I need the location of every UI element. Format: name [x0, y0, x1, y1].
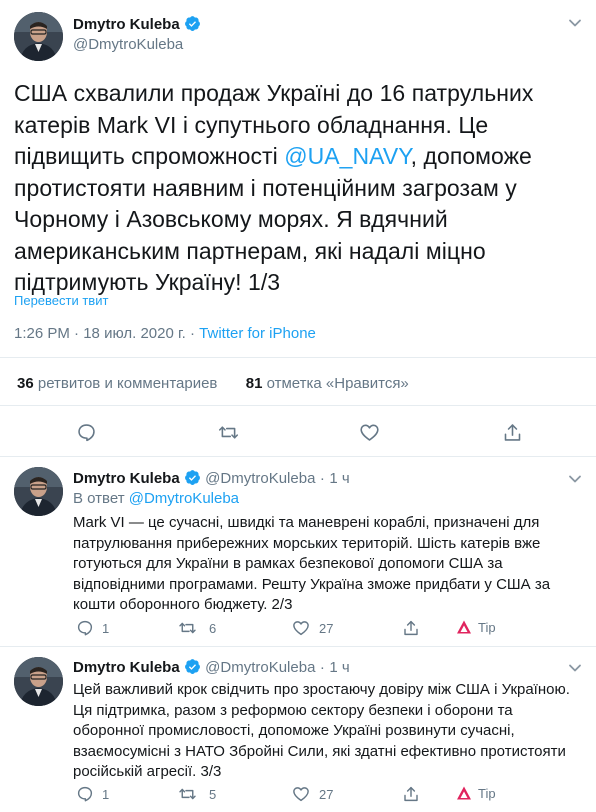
- reply-to: В ответ @DmytroKuleba: [73, 490, 239, 507]
- avatar[interactable]: [14, 12, 63, 61]
- header-separator: ·: [319, 470, 325, 487]
- retweet-button[interactable]: 6: [178, 619, 216, 637]
- reply-button[interactable]: 1: [76, 619, 109, 637]
- chevron-down-icon[interactable]: [568, 472, 582, 491]
- author-handle[interactable]: @DmytroKuleba: [205, 659, 315, 676]
- tip-button[interactable]: Tip: [456, 785, 496, 801]
- verified-badge-icon: [184, 16, 200, 31]
- retweets-count: 36: [17, 375, 34, 392]
- reply-header: Dmytro Kuleba @DmytroKuleba · 1 ч: [73, 469, 350, 488]
- header-separator: ·: [319, 659, 325, 676]
- retweet-count: 6: [209, 620, 217, 636]
- tweet-stats: 36 ретвитов и комментариев 81 отметка «Н…: [17, 375, 409, 392]
- author-row: Dmytro Kuleba: [73, 15, 201, 34]
- reply-icon: [77, 620, 93, 636]
- share-icon[interactable]: [402, 785, 420, 808]
- retweet-count: 5: [209, 786, 217, 802]
- divider: [0, 456, 596, 457]
- avatar[interactable]: [14, 467, 63, 516]
- share-icon[interactable]: [502, 422, 523, 448]
- reply-to-label: В ответ: [73, 490, 125, 507]
- tweet-meta: 1:26 PM · 18 июл. 2020 г. · Twitter for …: [14, 325, 316, 342]
- reply-count: 1: [102, 786, 110, 802]
- likes-count: 81: [245, 375, 263, 392]
- chevron-down-icon[interactable]: [568, 16, 582, 35]
- tip-label: Tip: [478, 785, 496, 801]
- divider: [0, 357, 596, 358]
- like-count: 27: [319, 786, 334, 802]
- author-name[interactable]: Dmytro Kuleba: [73, 659, 180, 676]
- chevron-down-icon[interactable]: [568, 661, 582, 680]
- reply-button[interactable]: 1: [76, 785, 109, 803]
- retweet-button[interactable]: 5: [178, 785, 216, 803]
- like-count: 27: [319, 620, 334, 636]
- like-icon: [293, 787, 309, 802]
- like-icon[interactable]: [359, 422, 380, 448]
- retweets-stat[interactable]: 36 ретвитов и комментариев: [17, 375, 217, 392]
- reply-time[interactable]: 1 ч: [329, 470, 349, 487]
- likes-stat[interactable]: 81 отметка «Нравится»: [246, 375, 409, 392]
- reply-count: 1: [102, 620, 110, 636]
- meta-separator: ·: [74, 325, 80, 342]
- reply-text: Цей важливий крок свідчить про зростаючу…: [73, 681, 570, 780]
- retweets-label: ретвитов и комментариев: [37, 375, 218, 392]
- like-button[interactable]: 27: [292, 785, 333, 803]
- like-button[interactable]: 27: [292, 619, 333, 637]
- divider: [0, 646, 596, 647]
- author-handle[interactable]: @DmytroKuleba: [73, 36, 183, 53]
- verified-badge-icon: [184, 470, 200, 485]
- like-icon: [293, 621, 309, 636]
- reply-time[interactable]: 1 ч: [329, 659, 349, 676]
- meta-separator: ·: [189, 325, 195, 342]
- retweet-icon: [179, 788, 196, 800]
- retweet-icon[interactable]: [218, 422, 239, 448]
- tweet-source[interactable]: Twitter for iPhone: [199, 325, 316, 342]
- share-icon[interactable]: [402, 619, 420, 642]
- tip-button[interactable]: Tip: [456, 619, 496, 635]
- verified-badge-icon: [184, 659, 200, 674]
- tweet-date[interactable]: 18 июл. 2020 г.: [83, 325, 186, 342]
- translate-link[interactable]: Перевести твит: [14, 293, 108, 308]
- reply-icon: [77, 786, 93, 802]
- reply-to-handle[interactable]: @DmytroKuleba: [129, 490, 239, 507]
- tip-label: Tip: [478, 619, 496, 635]
- reply-header: Dmytro Kuleba @DmytroKuleba · 1 ч: [73, 658, 350, 677]
- author-name[interactable]: Dmytro Kuleba: [73, 16, 180, 33]
- author-name[interactable]: Dmytro Kuleba: [73, 470, 180, 487]
- tweet-text: США схвалили продаж Україні до 16 патрул…: [14, 78, 584, 299]
- avatar[interactable]: [14, 657, 63, 706]
- likes-label: отметка «Нравится»: [266, 375, 409, 392]
- tip-icon: [457, 786, 471, 800]
- retweet-icon: [179, 622, 196, 634]
- tweet-time[interactable]: 1:26 PM: [14, 325, 70, 342]
- reply-icon[interactable]: [76, 422, 97, 448]
- reply-text: Mark VI — це сучасні, швидкі та маневрен…: [73, 514, 551, 613]
- divider: [0, 405, 596, 406]
- tip-icon: [457, 620, 471, 634]
- author-handle[interactable]: @DmytroKuleba: [205, 470, 315, 487]
- mention-link[interactable]: @UA_NAVY: [284, 143, 410, 169]
